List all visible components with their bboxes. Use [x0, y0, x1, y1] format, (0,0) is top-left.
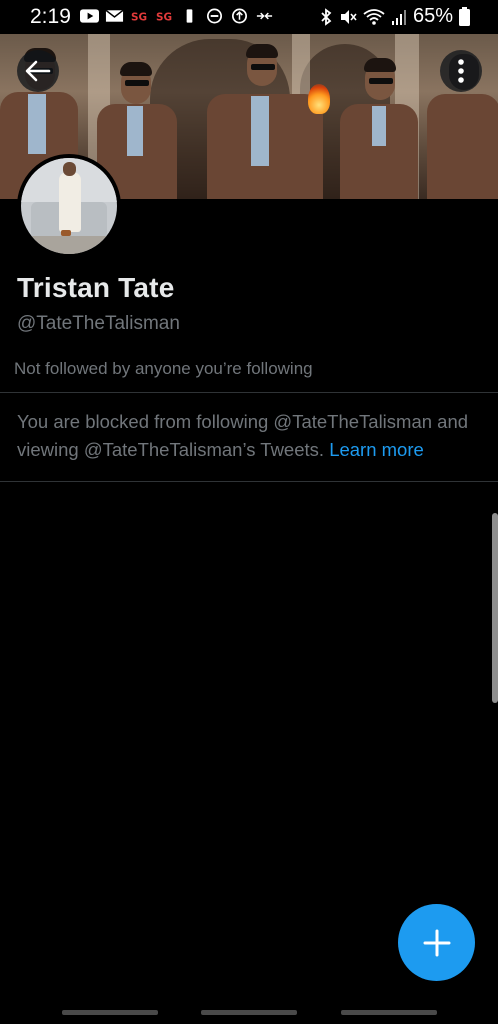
- signal-icon: [391, 9, 406, 25]
- mute-icon: [340, 9, 357, 24]
- battery-percent: 65%: [412, 5, 453, 27]
- data-saver-icon: [231, 8, 248, 24]
- divider: [0, 392, 498, 393]
- sg-app-icon: SG: [156, 12, 172, 24]
- sg-app-icon: SG: [131, 12, 147, 24]
- svg-text:SG: SG: [131, 12, 147, 24]
- bluetooth-icon: [321, 7, 332, 26]
- learn-more-link[interactable]: Learn more: [329, 439, 424, 460]
- compose-tweet-button[interactable]: [398, 904, 475, 981]
- followers-you-know-note: Not followed by anyone you’re following: [14, 359, 313, 378]
- youtube-icon: [80, 9, 99, 23]
- scrollbar[interactable]: [492, 513, 498, 703]
- battery-icon: [459, 7, 470, 26]
- notification-icons: SG SG: [80, 8, 274, 24]
- battery-saver-icon: [186, 9, 193, 23]
- flame: [308, 84, 330, 114]
- divider: [0, 481, 498, 482]
- more-vertical-icon: [458, 59, 464, 83]
- more-options-button[interactable]: [440, 50, 482, 92]
- back-button[interactable]: [17, 50, 59, 92]
- banner-person: [205, 34, 335, 199]
- profile-name: Tristan Tate: [17, 272, 175, 303]
- arrow-left-icon: [25, 60, 51, 82]
- do-not-disturb-icon: [206, 8, 223, 24]
- plus-icon: [423, 929, 450, 956]
- blocked-notice: You are blocked from following @TateTheT…: [17, 408, 487, 464]
- profile-avatar[interactable]: [17, 154, 121, 258]
- nav-gesture-hint[interactable]: [62, 1010, 158, 1015]
- svg-text:SG: SG: [156, 12, 172, 24]
- status-bar: 2:19 SG SG 65%: [0, 0, 498, 34]
- status-time: 2:19: [30, 5, 71, 28]
- profile-handle: @TateTheTalisman: [17, 313, 180, 334]
- cast-icon: [256, 12, 273, 20]
- banner-person: [338, 34, 422, 199]
- mail-icon: [105, 9, 124, 22]
- system-icons: 65%: [319, 5, 470, 28]
- wifi-icon: [363, 8, 385, 25]
- nav-gesture-hint[interactable]: [201, 1010, 297, 1015]
- nav-gesture-hint[interactable]: [341, 1010, 437, 1015]
